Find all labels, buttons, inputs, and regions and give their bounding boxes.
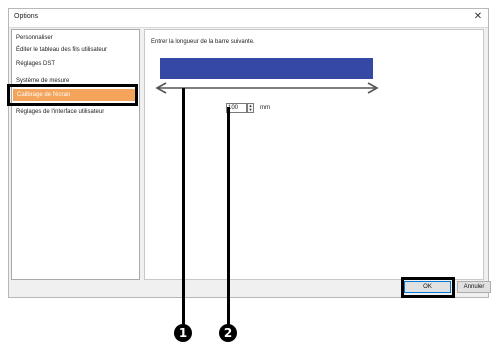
spin-down-icon[interactable]: ▼ [248, 108, 253, 112]
close-icon[interactable]: ✕ [472, 11, 484, 23]
cancel-button[interactable]: Annuler [457, 281, 491, 293]
callout-badge-2: 2 [219, 324, 237, 342]
sidebar-item-dst-settings[interactable]: Réglages DST [16, 58, 55, 70]
sidebar-item-ui-settings[interactable]: Réglages de l'interface utilisateur [16, 106, 104, 118]
callout-badge-1: 1 [174, 324, 192, 342]
options-sidebar: Personnaliser Éditer le tableau des fils… [11, 29, 140, 280]
instruction-text: Entrer la longueur de la barre suivante. [151, 39, 255, 45]
sidebar-item-personnaliser[interactable]: Personnaliser [16, 32, 53, 44]
calibration-panel: Entrer la longueur de la barre suivante.… [144, 29, 484, 280]
sidebar-item-edit-thread-table[interactable]: Éditer le tableau des fils utilisateur [16, 44, 107, 56]
selection-highlight-frame [7, 84, 138, 106]
callout-line-1 [182, 88, 185, 328]
callout-line-2 [227, 107, 230, 327]
ok-button[interactable]: OK [404, 281, 451, 293]
title-bar: Options ✕ [9, 9, 488, 28]
bar-length-stepper[interactable]: ▲ ▼ [247, 103, 254, 113]
calibration-bar [160, 58, 373, 79]
double-arrow-icon [155, 82, 379, 94]
unit-label: mm [260, 105, 270, 111]
dialog-title: Options [14, 13, 39, 20]
